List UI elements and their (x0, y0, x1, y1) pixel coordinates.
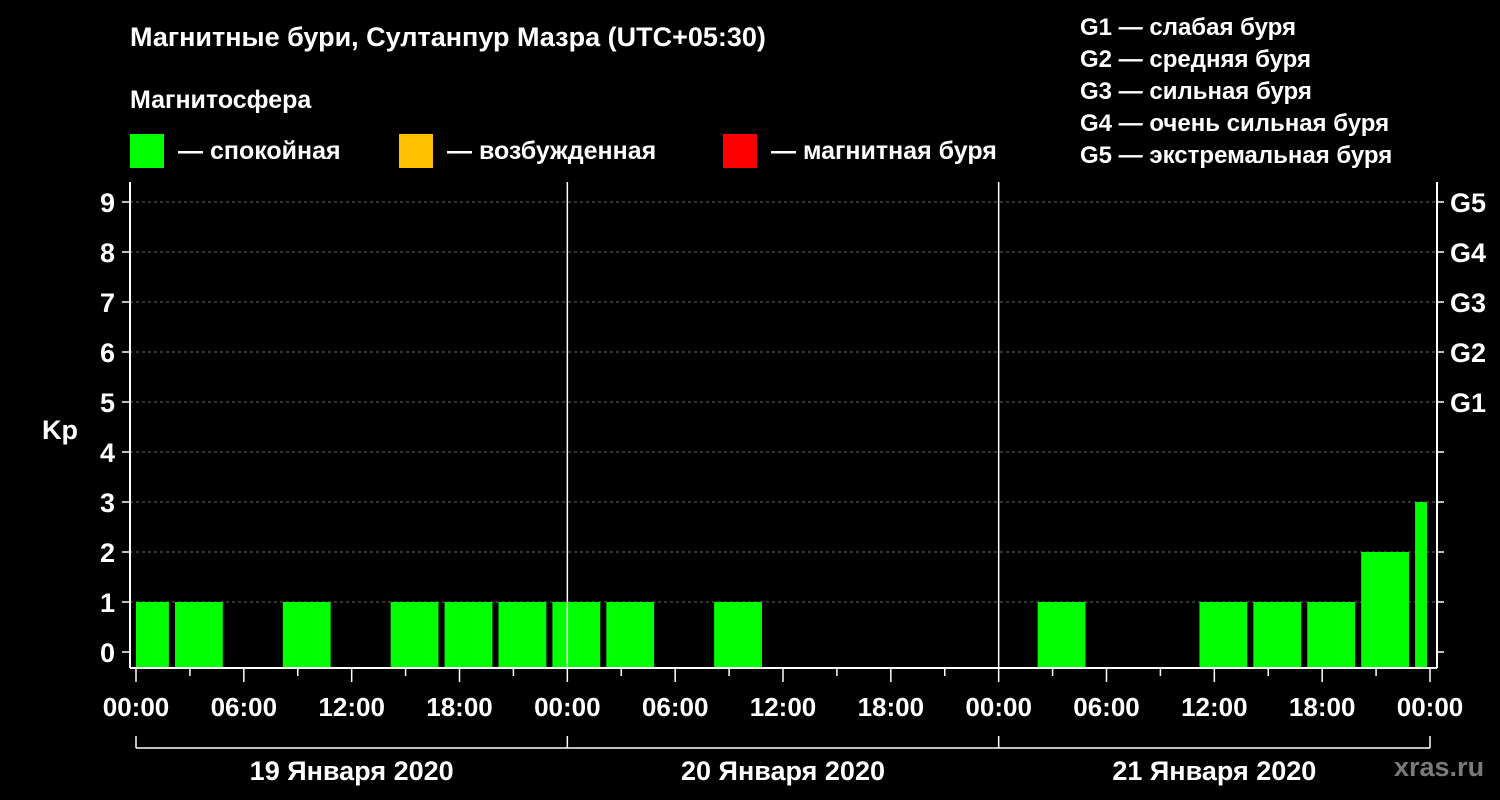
kp-bar-5 (498, 602, 547, 668)
y-tick-label-6: 6 (100, 338, 115, 368)
day-label-1: 20 Января 2020 (681, 756, 885, 786)
y-tick-label-8: 8 (100, 238, 115, 268)
kp-bar-14 (1415, 502, 1427, 668)
kp-bar-10 (1199, 602, 1248, 668)
kp-bar-8 (714, 602, 762, 668)
g-label-g4: G4 (1450, 238, 1486, 268)
y-tick-label-7: 7 (100, 288, 115, 318)
y-tick-label-1: 1 (100, 588, 115, 618)
kp-bar-9 (1037, 602, 1086, 668)
kp-bar-4 (444, 602, 493, 668)
y-tick-label-9: 9 (100, 188, 115, 218)
kp-bar-6 (552, 602, 601, 668)
x-tick-label-7: 18:00 (858, 692, 925, 722)
kp-bar-7 (606, 602, 655, 668)
y-tick-label-3: 3 (100, 488, 115, 518)
kp-bar-11 (1253, 602, 1302, 668)
x-tick-label-5: 06:00 (642, 692, 709, 722)
g-label-g2: G2 (1450, 338, 1486, 368)
day-label-0: 19 Января 2020 (250, 756, 454, 786)
x-tick-label-1: 06:00 (211, 692, 278, 722)
kp-chart: 0 1 2 3 4 5 6 7 8 9 G1 G2 G3 G4 G5 Kp 00:00 06:00 12:00 18:… (42, 182, 1486, 786)
g-label-g5: G5 (1450, 188, 1486, 218)
kp-bar-13 (1361, 552, 1409, 668)
x-tick-label-10: 12:00 (1181, 692, 1248, 722)
kp-bar-12 (1307, 602, 1356, 668)
x-tick-label-4: 00:00 (534, 692, 601, 722)
y-axis-label: Kp (42, 415, 78, 445)
x-tick-label-3: 18:00 (426, 692, 493, 722)
y-tick-label-0: 0 (100, 638, 115, 668)
y-tick-label-4: 4 (100, 438, 115, 468)
x-tick-label-2: 12:00 (318, 692, 385, 722)
y-tick-label-5: 5 (100, 388, 115, 418)
kp-bar-3 (390, 602, 439, 668)
day-label-2: 21 Января 2020 (1112, 756, 1316, 786)
g-label-g1: G1 (1450, 388, 1486, 418)
x-tick-label-8: 00:00 (965, 692, 1032, 722)
watermark: xras.ru (1394, 752, 1485, 782)
x-tick-label-12: 00:00 (1397, 692, 1464, 722)
x-tick-label-0: 00:00 (103, 692, 170, 722)
x-tick-label-9: 06:00 (1073, 692, 1140, 722)
kp-bar-1 (174, 602, 223, 668)
g-label-g3: G3 (1450, 288, 1486, 318)
x-tick-label-6: 12:00 (750, 692, 817, 722)
kp-bar-2 (282, 602, 331, 668)
y-tick-label-2: 2 (100, 538, 115, 568)
x-tick-label-11: 18:00 (1289, 692, 1356, 722)
kp-bar-0 (136, 602, 169, 668)
